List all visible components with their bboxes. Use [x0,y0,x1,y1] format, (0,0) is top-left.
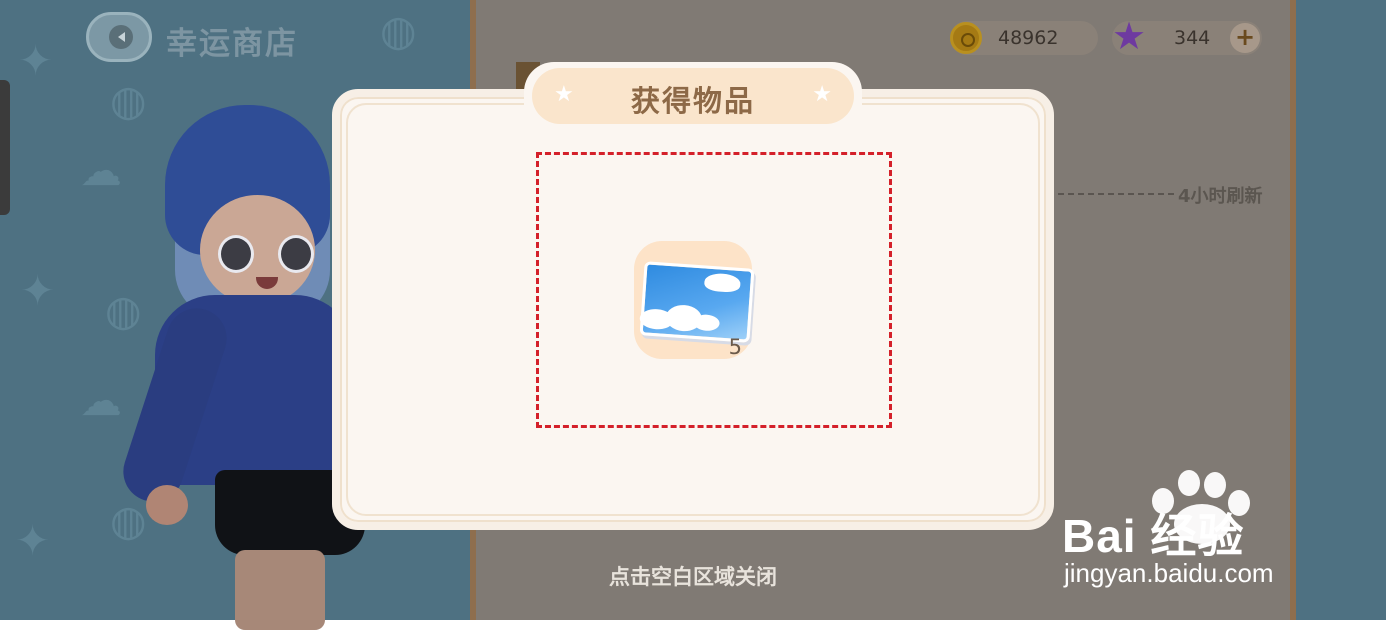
dialog-title-banner: ★ 获得物品 ★ [532,68,854,124]
sky-whale-picture-icon [639,261,755,343]
star-icon: ★ [1112,14,1147,58]
coin-icon [950,22,982,54]
watermark-url: jingyan.baidu.com [1064,558,1274,588]
baidu-watermark: Bai 经验 jingyan.baidu.com [1062,470,1362,600]
coin-balance: 48962 [950,21,1098,55]
coin-value: 48962 [998,27,1059,49]
chevron-left-icon [109,25,133,49]
back-button[interactable] [86,12,152,62]
reward-item[interactable]: 5 [634,241,755,359]
side-drawer-handle[interactable] [0,80,10,215]
star-icon: ★ [812,82,832,107]
star-balance: ★ 344 + [1112,17,1262,55]
refresh-divider [1058,193,1174,195]
watermark-brand: Bai 经验 [1062,510,1245,562]
refresh-timer: 4小时刷新 [1178,186,1263,207]
star-value: 344 [1174,27,1211,49]
add-stars-button[interactable]: + [1230,23,1260,53]
dialog-title: 获得物品 [630,84,755,118]
page-title: 幸运商店 [166,26,298,62]
item-count: 5 [728,335,742,359]
